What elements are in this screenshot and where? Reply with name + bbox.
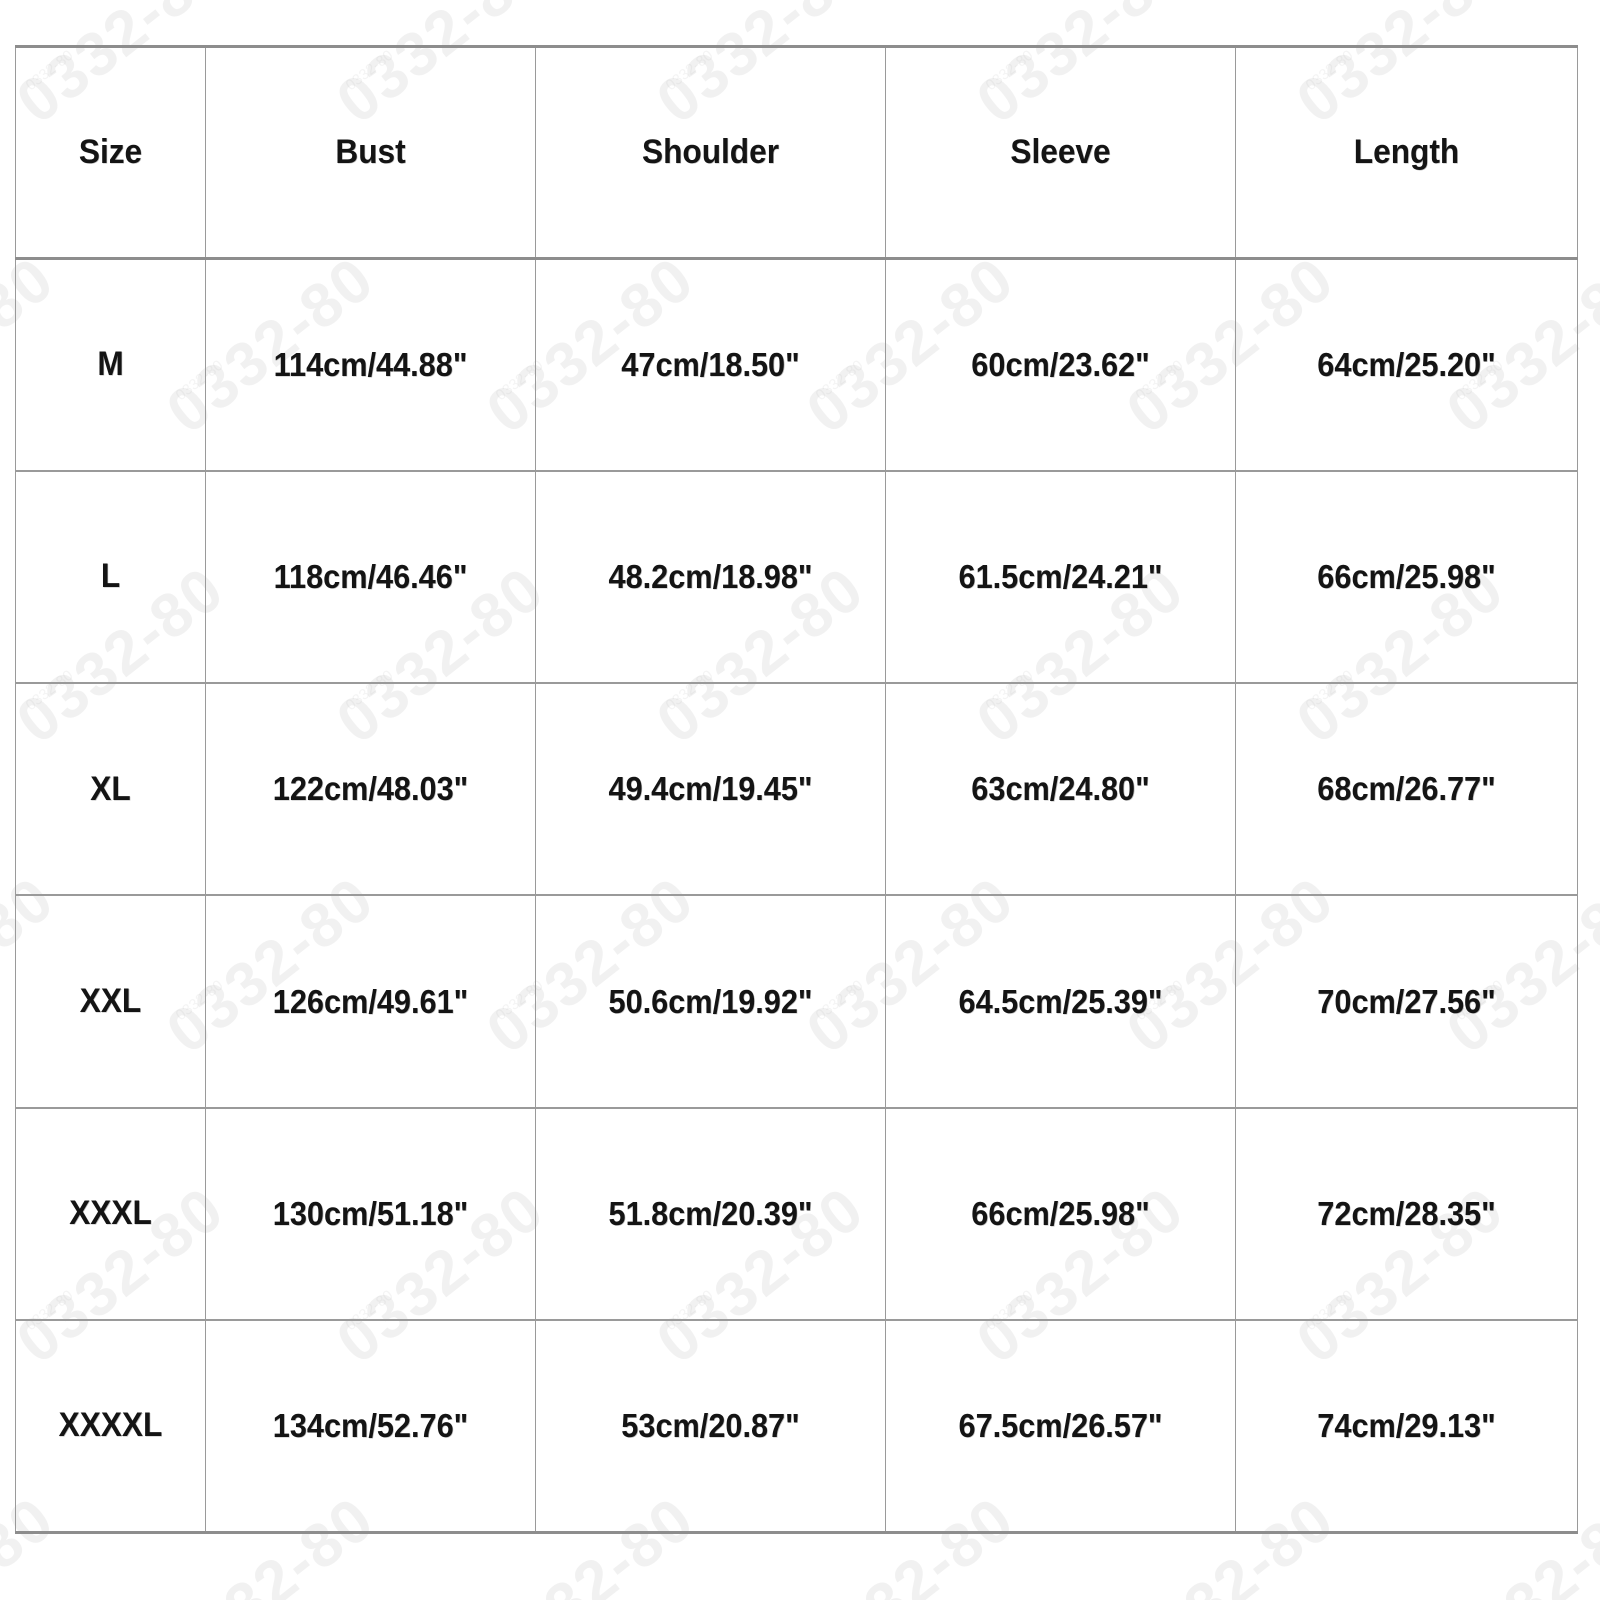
cell-size: XL [15, 682, 206, 896]
cell-bust: 114cm/44.88" [205, 257, 536, 472]
cell-shoulder-value: 50.6cm/19.92" [608, 982, 813, 1020]
cell-length: 66cm/25.98" [1235, 469, 1578, 684]
cell-bust: 130cm/51.18" [205, 1106, 536, 1321]
cell-size-value: XXXL [69, 1194, 152, 1233]
cell-length: 68cm/26.77" [1235, 682, 1578, 896]
cell-sleeve: 63cm/24.80" [885, 682, 1236, 896]
cell-sleeve-value: 61.5cm/24.21" [958, 557, 1163, 595]
cell-size-value: XXL [79, 981, 142, 1020]
cell-bust-value: 130cm/51.18" [272, 1194, 469, 1232]
cell-length-value: 72cm/28.35" [1317, 1194, 1496, 1232]
cell-shoulder: 53cm/20.87" [535, 1319, 886, 1535]
cell-shoulder: 51.8cm/20.39" [535, 1106, 886, 1321]
header-row: Size Bust Shoulder Sleeve Length [15, 45, 1578, 260]
table-body: M 114cm/44.88" 47cm/18.50" 60cm/23.62" 6… [15, 257, 1578, 1535]
column-header-sleeve: Sleeve [885, 45, 1236, 260]
cell-size: XXXXL [15, 1319, 206, 1535]
table-row: XXXL 130cm/51.18" 51.8cm/20.39" 66cm/25.… [15, 1106, 1578, 1321]
cell-length-value: 64cm/25.20" [1317, 345, 1496, 383]
cell-sleeve: 60cm/23.62" [885, 257, 1236, 472]
cell-size: L [15, 469, 206, 684]
cell-length: 70cm/27.56" [1235, 894, 1578, 1109]
cell-bust-value: 126cm/49.61" [272, 982, 469, 1020]
cell-bust-value: 118cm/46.46" [273, 557, 468, 595]
cell-shoulder-value: 51.8cm/20.39" [608, 1194, 813, 1232]
cell-shoulder: 47cm/18.50" [535, 257, 886, 472]
cell-bust: 134cm/52.76" [205, 1319, 536, 1535]
column-header-bust-label: Bust [335, 132, 406, 171]
cell-bust: 122cm/48.03" [205, 682, 536, 896]
cell-bust-value: 122cm/48.03" [272, 770, 469, 808]
column-header-length-label: Length [1353, 132, 1460, 171]
cell-sleeve: 67.5cm/26.57" [885, 1319, 1236, 1535]
table-header: Size Bust Shoulder Sleeve Length [15, 45, 1578, 260]
cell-size: M [15, 257, 206, 472]
size-chart-table: Size Bust Shoulder Sleeve Length M 114cm… [15, 45, 1578, 1535]
column-header-size-label: Size [78, 132, 143, 171]
cell-shoulder: 50.6cm/19.92" [535, 894, 886, 1109]
table-row: L 118cm/46.46" 48.2cm/18.98" 61.5cm/24.2… [15, 469, 1578, 684]
cell-size: XXL [15, 894, 206, 1109]
cell-shoulder: 48.2cm/18.98" [535, 469, 886, 684]
cell-shoulder-value: 47cm/18.50" [621, 345, 800, 383]
cell-sleeve-value: 60cm/23.62" [971, 345, 1150, 383]
table-row: M 114cm/44.88" 47cm/18.50" 60cm/23.62" 6… [15, 257, 1578, 472]
cell-size-value: L [100, 557, 121, 596]
cell-shoulder-value: 48.2cm/18.98" [608, 557, 813, 595]
column-header-sleeve-label: Sleeve [1010, 132, 1111, 171]
cell-shoulder-value: 53cm/20.87" [621, 1406, 800, 1444]
column-header-shoulder: Shoulder [535, 45, 886, 260]
cell-length: 72cm/28.35" [1235, 1106, 1578, 1321]
column-header-bust: Bust [205, 45, 536, 260]
cell-size-value: XXXXL [58, 1406, 163, 1445]
table-row: XXXXL 134cm/52.76" 53cm/20.87" 67.5cm/26… [15, 1319, 1578, 1535]
column-header-shoulder-label: Shoulder [641, 132, 780, 171]
cell-bust: 118cm/46.46" [205, 469, 536, 684]
size-chart-container: Size Bust Shoulder Sleeve Length M 114cm… [15, 45, 1578, 1535]
cell-sleeve: 61.5cm/24.21" [885, 469, 1236, 684]
cell-length-value: 68cm/26.77" [1317, 770, 1496, 808]
cell-bust-value: 114cm/44.88" [273, 345, 468, 383]
cell-length-value: 70cm/27.56" [1317, 982, 1496, 1020]
cell-sleeve-value: 66cm/25.98" [971, 1194, 1150, 1232]
cell-bust-value: 134cm/52.76" [272, 1406, 469, 1444]
column-header-size: Size [15, 45, 206, 260]
cell-length-value: 66cm/25.98" [1317, 557, 1496, 595]
cell-sleeve-value: 67.5cm/26.57" [958, 1406, 1163, 1444]
table-row: XXL 126cm/49.61" 50.6cm/19.92" 64.5cm/25… [15, 894, 1578, 1109]
cell-shoulder: 49.4cm/19.45" [535, 682, 886, 896]
cell-shoulder-value: 49.4cm/19.45" [608, 770, 813, 808]
table-row: XL 122cm/48.03" 49.4cm/19.45" 63cm/24.80… [15, 682, 1578, 896]
cell-sleeve: 64.5cm/25.39" [885, 894, 1236, 1109]
cell-size-value: M [97, 345, 124, 384]
cell-sleeve-value: 63cm/24.80" [971, 770, 1150, 808]
cell-bust: 126cm/49.61" [205, 894, 536, 1109]
cell-sleeve-value: 64.5cm/25.39" [958, 982, 1163, 1020]
cell-length: 74cm/29.13" [1235, 1319, 1578, 1535]
cell-size-value: XL [90, 769, 131, 808]
cell-length: 64cm/25.20" [1235, 257, 1578, 472]
column-header-length: Length [1235, 45, 1578, 260]
cell-sleeve: 66cm/25.98" [885, 1106, 1236, 1321]
cell-length-value: 74cm/29.13" [1317, 1406, 1496, 1444]
cell-size: XXXL [15, 1106, 206, 1321]
